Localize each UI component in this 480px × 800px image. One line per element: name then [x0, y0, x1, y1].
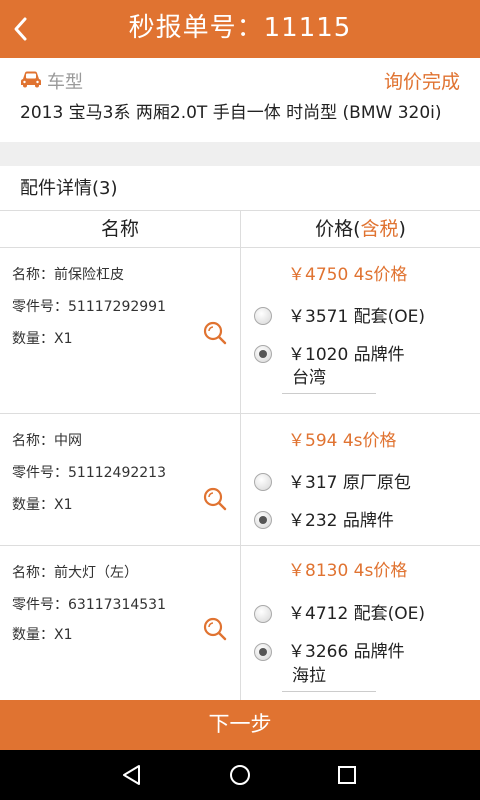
- brand-name-field[interactable]: 台湾: [282, 364, 376, 394]
- brand-option-label[interactable]: ￥232 品牌件: [288, 506, 394, 531]
- brand-name-field[interactable]: 海拉: [282, 662, 376, 692]
- part-name: 名称：前保险杠皮: [12, 267, 124, 283]
- column-divider: [240, 546, 241, 700]
- part-name: 名称：中网: [12, 433, 82, 449]
- table-header: 名称 价格(含税): [0, 210, 480, 248]
- oe-option-radio[interactable]: [254, 307, 272, 325]
- original-option-radio[interactable]: [254, 473, 272, 491]
- part-quantity: 数量：X1: [12, 627, 73, 643]
- part-quantity: 数量：X1: [12, 331, 73, 347]
- part-number: 零件号：63117314531: [12, 597, 166, 613]
- nav-back-icon[interactable]: [120, 763, 144, 787]
- brand-option-label[interactable]: ￥1020 品牌件: [288, 340, 405, 365]
- part-row: 名称：中网 零件号：51112492213 数量：X1 ￥594 4s价格 ￥3…: [0, 414, 480, 546]
- search-icon[interactable]: [202, 486, 228, 512]
- car-model: 2013 宝马3系 两厢2.0T 手自一体 时尚型 (BMW 320i): [20, 103, 442, 123]
- brand-option-radio[interactable]: [254, 345, 272, 363]
- part-row: 名称：前保险杠皮 零件号：51117292991 数量：X1 ￥4750 4s价…: [0, 248, 480, 414]
- column-price-header: 价格(含税): [315, 218, 406, 240]
- car-label: 车型: [47, 72, 83, 93]
- column-divider: [240, 248, 241, 413]
- 4s-reference-price: ￥8130 4s价格: [288, 561, 408, 581]
- section-divider: [0, 142, 480, 166]
- tax-included-label: 含税: [360, 218, 399, 240]
- page-title: 秒报单号：11115: [128, 13, 352, 43]
- car-icon: [21, 71, 41, 88]
- original-option-label[interactable]: ￥317 原厂原包: [288, 468, 411, 493]
- column-name-header: 名称: [100, 218, 139, 240]
- 4s-reference-price: ￥4750 4s价格: [288, 265, 408, 285]
- part-number: 零件号：51117292991: [12, 299, 166, 315]
- title-bar: 秒报单号：11115: [0, 0, 480, 58]
- nav-home-icon[interactable]: [228, 763, 252, 787]
- oe-option-label[interactable]: ￥3571 配套(OE): [288, 302, 425, 327]
- brand-option-radio[interactable]: [254, 643, 272, 661]
- search-icon[interactable]: [202, 320, 228, 346]
- 4s-reference-price: ￥594 4s价格: [288, 431, 397, 451]
- brand-option-radio[interactable]: [254, 511, 272, 529]
- part-quantity: 数量：X1: [12, 497, 73, 513]
- nav-recents-icon[interactable]: [335, 763, 359, 787]
- oe-option-radio[interactable]: [254, 605, 272, 623]
- part-name: 名称：前大灯（左）: [12, 565, 138, 581]
- column-divider: [240, 414, 241, 545]
- part-number: 零件号：51112492213: [12, 465, 166, 481]
- next-step-button[interactable]: 下一步: [0, 700, 480, 750]
- part-row: 名称：前大灯（左） 零件号：63117314531 数量：X1 ￥8130 4s…: [0, 546, 480, 700]
- system-navigation-bar: [0, 750, 480, 800]
- parts-details-title: 配件详情(3): [20, 178, 118, 199]
- search-icon[interactable]: [202, 616, 228, 642]
- inquiry-status: 询价完成: [383, 71, 460, 93]
- brand-option-label[interactable]: ￥3266 品牌件: [288, 637, 405, 662]
- oe-option-label[interactable]: ￥4712 配套(OE): [288, 599, 425, 624]
